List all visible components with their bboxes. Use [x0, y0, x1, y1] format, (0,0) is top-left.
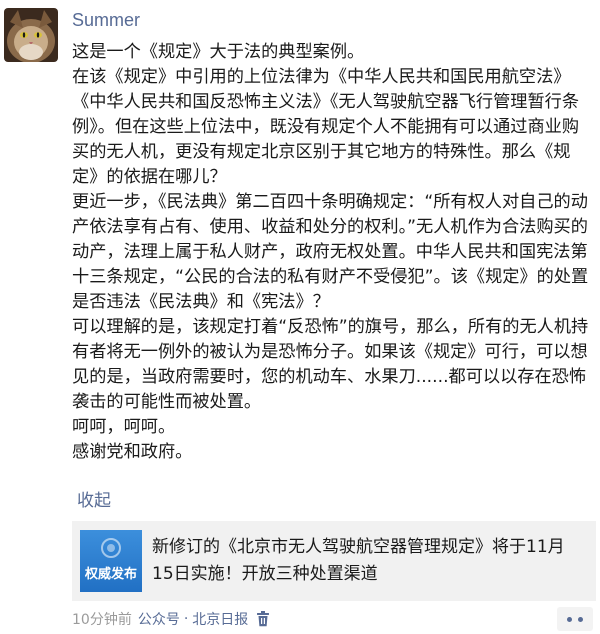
- shared-article-card[interactable]: 权威发布 新修订的《北京市无人驾驶航空器管理规定》将于11月15日实施！开放三种…: [72, 521, 596, 601]
- post-paragraph: 更近一步，《民法典》第二百四十条明确规定：“所有权人对自己的动产依法享有占有、使…: [72, 192, 589, 312]
- more-icon: [578, 616, 583, 622]
- cat-avatar-image: [4, 8, 58, 62]
- thumbnail-caption: 权威发布: [84, 567, 137, 582]
- emblem-icon: [101, 538, 121, 558]
- more-options-button[interactable]: [557, 607, 593, 631]
- source-account-name[interactable]: 北京日报: [192, 609, 248, 629]
- post-footer: 10分钟前 公众号 · 北京日报: [72, 609, 270, 629]
- username[interactable]: Summer: [72, 10, 140, 31]
- post-paragraph: 在该《规定》中引用的上位法律为《中华人民共和国民用航空法》《中华人民共和国反恐怖…: [72, 67, 580, 187]
- post-content: 这是一个《规定》大于法的典型案例。 在该《规定》中引用的上位法律为《中华人民共和…: [72, 40, 594, 465]
- avatar[interactable]: [4, 8, 58, 62]
- source-separator: ·: [183, 611, 189, 627]
- article-thumbnail: 权威发布: [80, 530, 142, 592]
- collapse-link[interactable]: 收起: [77, 486, 111, 511]
- timestamp: 10分钟前: [72, 612, 132, 628]
- trash-icon[interactable]: [256, 611, 270, 627]
- source-account-type[interactable]: 公众号: [138, 609, 180, 629]
- post-paragraph: 感谢党和政府。: [72, 442, 193, 462]
- article-title: 新修订的《北京市无人驾驶航空器管理规定》将于11月15日实施！开放三种处置渠道: [152, 537, 565, 584]
- post-paragraph: 可以理解的是，该规定打着“反恐怖”的旗号，那么，所有的无人机持有者将无一例外的被…: [72, 317, 589, 412]
- post-paragraph: 呵呵，呵呵。: [72, 417, 176, 437]
- more-icon: [567, 616, 572, 622]
- post-paragraph: 这是一个《规定》大于法的典型案例。: [72, 42, 365, 62]
